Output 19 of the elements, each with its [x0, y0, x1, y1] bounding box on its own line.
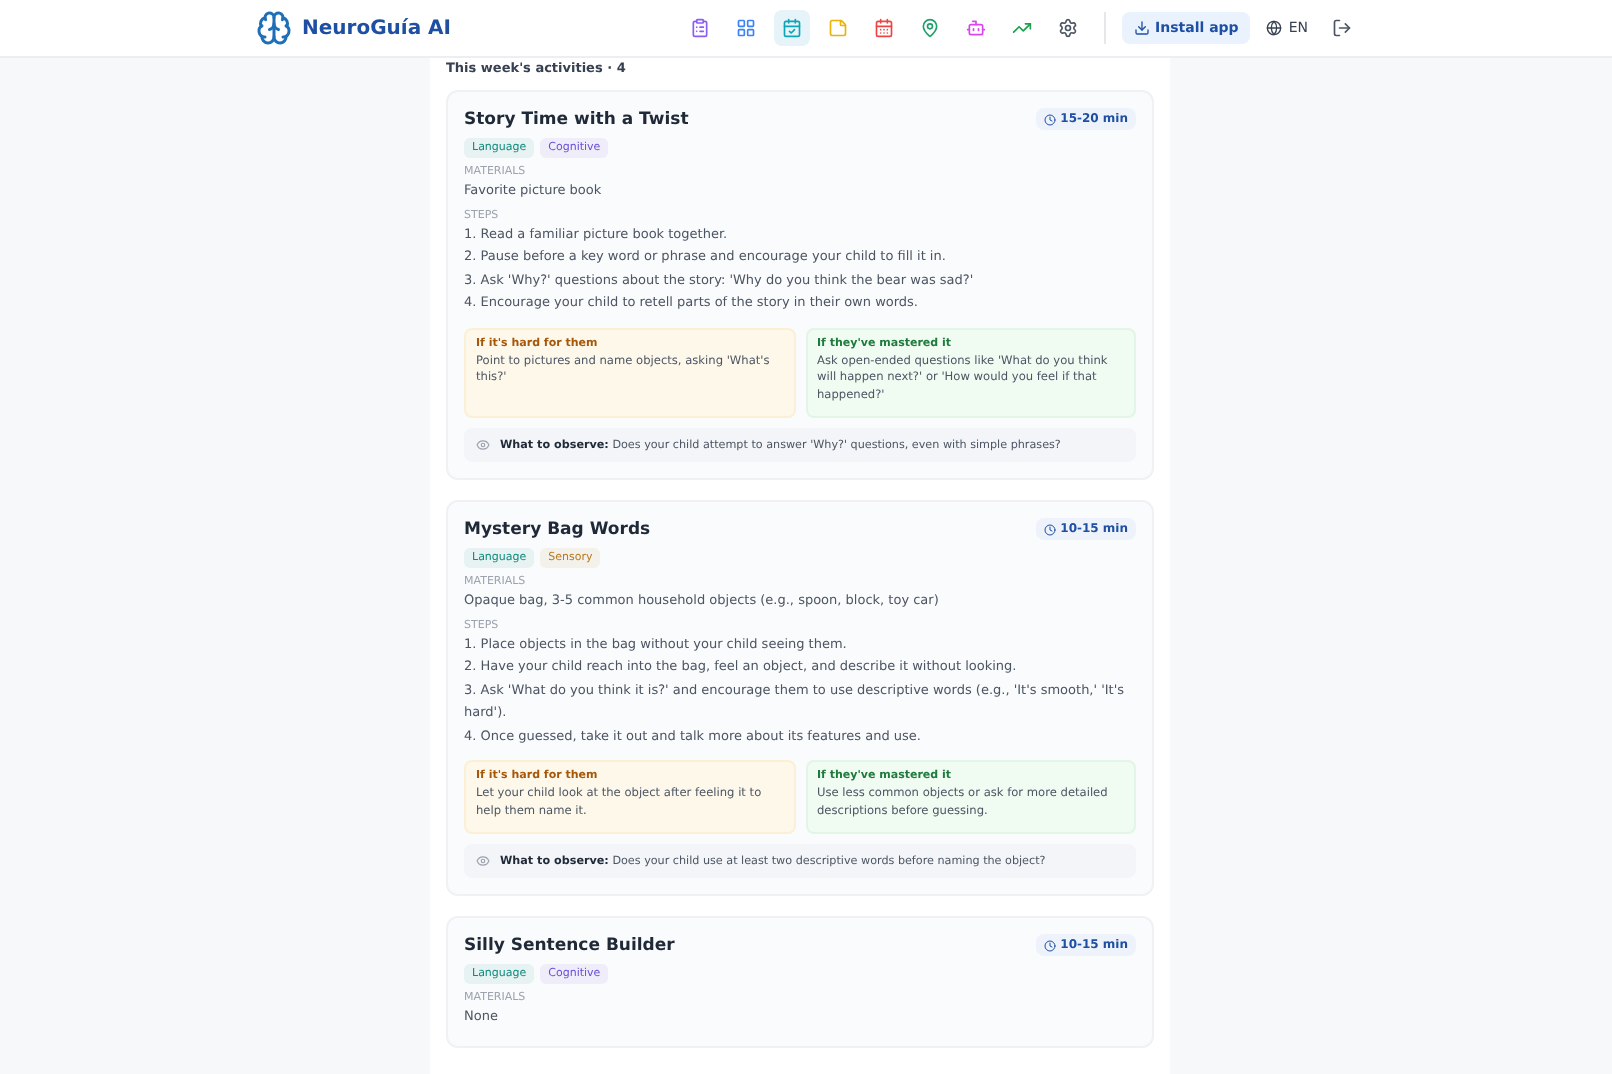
download-icon — [1133, 20, 1150, 36]
robot-icon — [966, 18, 987, 38]
brain-logo-icon — [256, 10, 292, 46]
calendar-check-icon — [782, 18, 803, 38]
calendar-icon — [874, 18, 895, 38]
note-icon — [828, 18, 849, 38]
grid-icon — [736, 18, 757, 38]
globe-icon — [1266, 20, 1283, 36]
activity-title: Mystery Bag Words — [464, 519, 651, 539]
eye-icon — [476, 438, 490, 452]
clipboard-icon — [690, 18, 711, 38]
trending-up-icon — [1012, 18, 1033, 38]
activity-title: Story Time with a Twist — [464, 109, 689, 129]
logout-icon[interactable] — [1332, 18, 1352, 38]
map-pin-icon — [920, 18, 941, 38]
eye-icon — [476, 854, 490, 868]
activity-title: Silly Sentence Builder — [464, 935, 675, 955]
brand-name: NeuroGuía AI — [302, 17, 452, 39]
settings-icon — [1058, 18, 1079, 38]
